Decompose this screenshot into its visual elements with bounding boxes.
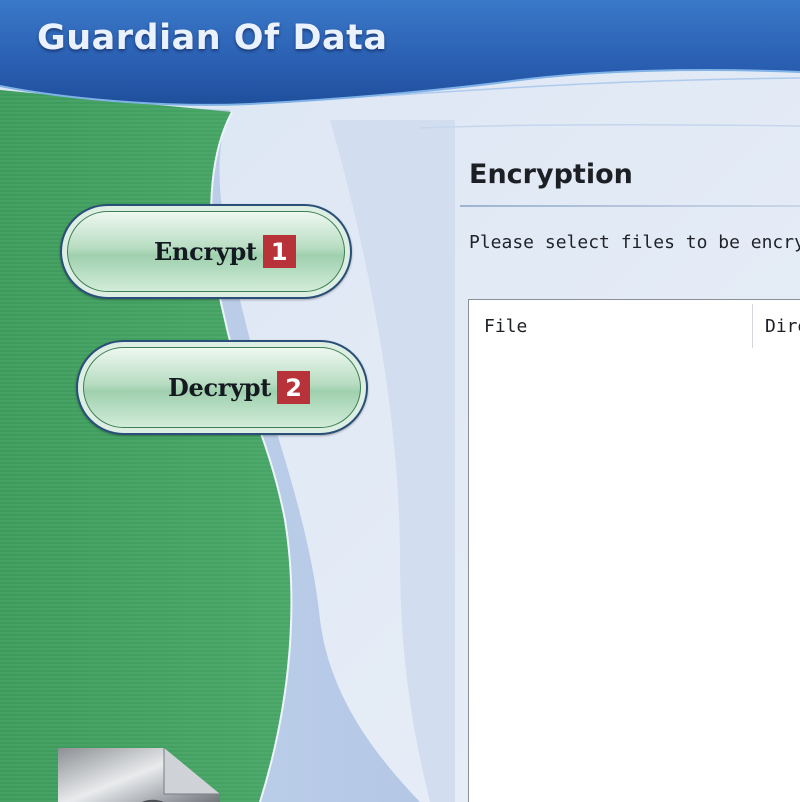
section-divider xyxy=(460,205,800,207)
document-icon xyxy=(58,748,220,802)
app-title: Guardian Of Data xyxy=(37,18,388,58)
column-header-file[interactable]: File xyxy=(484,316,527,337)
encrypt-button-label: Encrypt xyxy=(154,237,257,266)
encrypt-button-face[interactable]: Encrypt 1 xyxy=(67,211,345,292)
column-header-directory[interactable]: Dire xyxy=(765,316,800,337)
file-list[interactable]: File Dire xyxy=(468,299,800,802)
column-divider[interactable] xyxy=(752,304,753,348)
decrypt-button-label: Decrypt xyxy=(168,373,272,402)
app-window: Guardian Of Data Encrypt 1 Decrypt 2 Enc… xyxy=(0,0,800,802)
decrypt-step-badge: 2 xyxy=(277,371,311,404)
decrypt-button-face[interactable]: Decrypt 2 xyxy=(83,347,361,428)
instructions-text: Please select files to be encrypte xyxy=(469,232,800,253)
section-title: Encryption xyxy=(469,159,633,190)
encrypt-button[interactable]: Encrypt 1 xyxy=(60,204,352,299)
encrypt-step-badge: 1 xyxy=(262,235,296,268)
decrypt-button[interactable]: Decrypt 2 xyxy=(76,340,368,435)
